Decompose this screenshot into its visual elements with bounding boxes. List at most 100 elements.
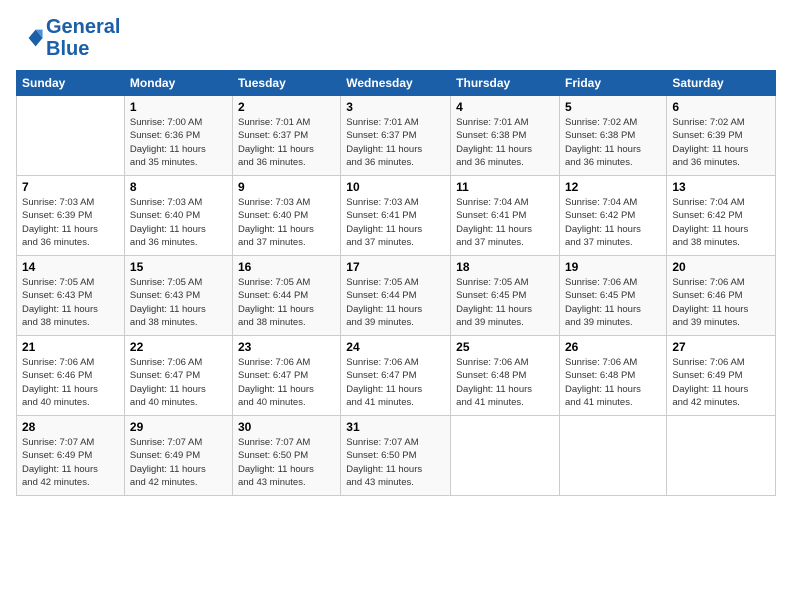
day-detail: Sunrise: 7:06 AM Sunset: 6:49 PM Dayligh… <box>672 356 770 409</box>
calendar-cell: 4 Sunrise: 7:01 AM Sunset: 6:38 PM Daylig… <box>451 96 560 176</box>
day-number: 8 <box>130 180 227 194</box>
calendar-cell: 10 Sunrise: 7:03 AM Sunset: 6:41 PM Dayli… <box>341 176 451 256</box>
calendar-cell: 16Sunrise: 7:05 AM Sunset: 6:44 PM Dayli… <box>232 256 340 336</box>
calendar-cell: 14 Sunrise: 7:05 AM Sunset: 6:43 PM Dayli… <box>17 256 125 336</box>
calendar-cell: 18 Sunrise: 7:05 AM Sunset: 6:45 PM Dayli… <box>451 256 560 336</box>
day-detail: Sunrise: 7:07 AM Sunset: 6:50 PM Dayligh… <box>238 436 335 489</box>
day-number: 25 <box>456 340 554 354</box>
calendar-cell: 23 Sunrise: 7:06 AM Sunset: 6:47 PM Dayli… <box>232 336 340 416</box>
day-detail: Sunrise: 7:03 AM Sunset: 6:40 PM Dayligh… <box>238 196 335 249</box>
day-detail: Sunrise: 7:07 AM Sunset: 6:49 PM Dayligh… <box>130 436 227 489</box>
day-detail: Sunrise: 7:05 AM Sunset: 6:44 PM Dayligh… <box>346 276 445 329</box>
day-detail: Sunrise: 7:03 AM Sunset: 6:41 PM Dayligh… <box>346 196 445 249</box>
calendar-cell: 19 Sunrise: 7:06 AM Sunset: 6:45 PM Dayli… <box>560 256 667 336</box>
calendar-cell: 25 Sunrise: 7:06 AM Sunset: 6:48 PM Dayli… <box>451 336 560 416</box>
day-number: 11 <box>456 180 554 194</box>
calendar-cell: 28 Sunrise: 7:07 AM Sunset: 6:49 PM Dayli… <box>17 416 125 496</box>
col-header-friday: Friday <box>560 71 667 96</box>
calendar-cell: 8 Sunrise: 7:03 AM Sunset: 6:40 PM Daylig… <box>124 176 232 256</box>
day-number: 22 <box>130 340 227 354</box>
day-number: 1 <box>130 100 227 114</box>
day-number: 6 <box>672 100 770 114</box>
day-number: 9 <box>238 180 335 194</box>
calendar-cell <box>560 416 667 496</box>
day-number: 14 <box>22 260 119 274</box>
calendar-cell <box>667 416 776 496</box>
header-row: SundayMondayTuesdayWednesdayThursdayFrid… <box>17 71 776 96</box>
calendar-cell: 13Sunrise: 7:04 AM Sunset: 6:42 PM Dayli… <box>667 176 776 256</box>
col-header-monday: Monday <box>124 71 232 96</box>
day-detail: Sunrise: 7:00 AM Sunset: 6:36 PM Dayligh… <box>130 116 227 169</box>
logo-icon <box>16 24 44 52</box>
day-number: 26 <box>565 340 661 354</box>
calendar-cell <box>17 96 125 176</box>
day-number: 10 <box>346 180 445 194</box>
calendar-cell: 15Sunrise: 7:05 AM Sunset: 6:43 PM Dayli… <box>124 256 232 336</box>
day-number: 23 <box>238 340 335 354</box>
calendar-table: SundayMondayTuesdayWednesdayThursdayFrid… <box>16 70 776 496</box>
calendar-cell: 6 Sunrise: 7:02 AM Sunset: 6:39 PM Daylig… <box>667 96 776 176</box>
day-number: 5 <box>565 100 661 114</box>
day-number: 30 <box>238 420 335 434</box>
day-detail: Sunrise: 7:02 AM Sunset: 6:38 PM Dayligh… <box>565 116 661 169</box>
day-number: 20 <box>672 260 770 274</box>
day-number: 19 <box>565 260 661 274</box>
calendar-cell: 29 Sunrise: 7:07 AM Sunset: 6:49 PM Dayli… <box>124 416 232 496</box>
day-detail: Sunrise: 7:01 AM Sunset: 6:38 PM Dayligh… <box>456 116 554 169</box>
header: General Blue <box>16 16 776 60</box>
day-detail: Sunrise: 7:06 AM Sunset: 6:47 PM Dayligh… <box>238 356 335 409</box>
col-header-thursday: Thursday <box>451 71 560 96</box>
col-header-tuesday: Tuesday <box>232 71 340 96</box>
day-detail: Sunrise: 7:06 AM Sunset: 6:45 PM Dayligh… <box>565 276 661 329</box>
calendar-cell: 12 Sunrise: 7:04 AM Sunset: 6:42 PM Dayli… <box>560 176 667 256</box>
day-number: 2 <box>238 100 335 114</box>
day-number: 28 <box>22 420 119 434</box>
week-row-3: 14 Sunrise: 7:05 AM Sunset: 6:43 PM Dayli… <box>17 256 776 336</box>
calendar-cell: 27 Sunrise: 7:06 AM Sunset: 6:49 PM Dayli… <box>667 336 776 416</box>
day-detail: Sunrise: 7:01 AM Sunset: 6:37 PM Dayligh… <box>238 116 335 169</box>
calendar-cell: 1 Sunrise: 7:00 AM Sunset: 6:36 PM Daylig… <box>124 96 232 176</box>
day-number: 29 <box>130 420 227 434</box>
calendar-cell: 5 Sunrise: 7:02 AM Sunset: 6:38 PM Daylig… <box>560 96 667 176</box>
calendar-cell: 26 Sunrise: 7:06 AM Sunset: 6:48 PM Dayli… <box>560 336 667 416</box>
day-detail: Sunrise: 7:05 AM Sunset: 6:45 PM Dayligh… <box>456 276 554 329</box>
logo: General Blue <box>16 16 120 60</box>
calendar-cell: 2 Sunrise: 7:01 AM Sunset: 6:37 PM Daylig… <box>232 96 340 176</box>
day-number: 12 <box>565 180 661 194</box>
day-detail: Sunrise: 7:06 AM Sunset: 6:47 PM Dayligh… <box>346 356 445 409</box>
col-header-wednesday: Wednesday <box>341 71 451 96</box>
calendar-cell: 30 Sunrise: 7:07 AM Sunset: 6:50 PM Dayli… <box>232 416 340 496</box>
calendar-cell <box>451 416 560 496</box>
day-number: 18 <box>456 260 554 274</box>
day-detail: Sunrise: 7:04 AM Sunset: 6:42 PM Dayligh… <box>565 196 661 249</box>
calendar-cell: 20Sunrise: 7:06 AM Sunset: 6:46 PM Dayli… <box>667 256 776 336</box>
day-number: 31 <box>346 420 445 434</box>
page: General Blue SundayMondayTuesdayWednesda… <box>0 0 792 506</box>
day-detail: Sunrise: 7:05 AM Sunset: 6:43 PM Dayligh… <box>22 276 119 329</box>
day-detail: Sunrise: 7:02 AM Sunset: 6:39 PM Dayligh… <box>672 116 770 169</box>
calendar-cell: 7Sunrise: 7:03 AM Sunset: 6:39 PM Daylig… <box>17 176 125 256</box>
day-detail: Sunrise: 7:04 AM Sunset: 6:41 PM Dayligh… <box>456 196 554 249</box>
day-detail: Sunrise: 7:01 AM Sunset: 6:37 PM Dayligh… <box>346 116 445 169</box>
day-number: 27 <box>672 340 770 354</box>
day-number: 21 <box>22 340 119 354</box>
day-detail: Sunrise: 7:06 AM Sunset: 6:47 PM Dayligh… <box>130 356 227 409</box>
day-number: 4 <box>456 100 554 114</box>
day-detail: Sunrise: 7:03 AM Sunset: 6:40 PM Dayligh… <box>130 196 227 249</box>
day-detail: Sunrise: 7:07 AM Sunset: 6:49 PM Dayligh… <box>22 436 119 489</box>
logo-general: General Blue <box>46 16 120 60</box>
day-number: 3 <box>346 100 445 114</box>
week-row-5: 28 Sunrise: 7:07 AM Sunset: 6:49 PM Dayli… <box>17 416 776 496</box>
calendar-cell: 17 Sunrise: 7:05 AM Sunset: 6:44 PM Dayli… <box>341 256 451 336</box>
day-detail: Sunrise: 7:06 AM Sunset: 6:48 PM Dayligh… <box>456 356 554 409</box>
day-detail: Sunrise: 7:05 AM Sunset: 6:43 PM Dayligh… <box>130 276 227 329</box>
day-detail: Sunrise: 7:06 AM Sunset: 6:48 PM Dayligh… <box>565 356 661 409</box>
week-row-4: 21Sunrise: 7:06 AM Sunset: 6:46 PM Dayli… <box>17 336 776 416</box>
day-number: 13 <box>672 180 770 194</box>
calendar-cell: 21Sunrise: 7:06 AM Sunset: 6:46 PM Dayli… <box>17 336 125 416</box>
calendar-cell: 9 Sunrise: 7:03 AM Sunset: 6:40 PM Daylig… <box>232 176 340 256</box>
day-detail: Sunrise: 7:07 AM Sunset: 6:50 PM Dayligh… <box>346 436 445 489</box>
day-number: 24 <box>346 340 445 354</box>
day-number: 17 <box>346 260 445 274</box>
col-header-saturday: Saturday <box>667 71 776 96</box>
